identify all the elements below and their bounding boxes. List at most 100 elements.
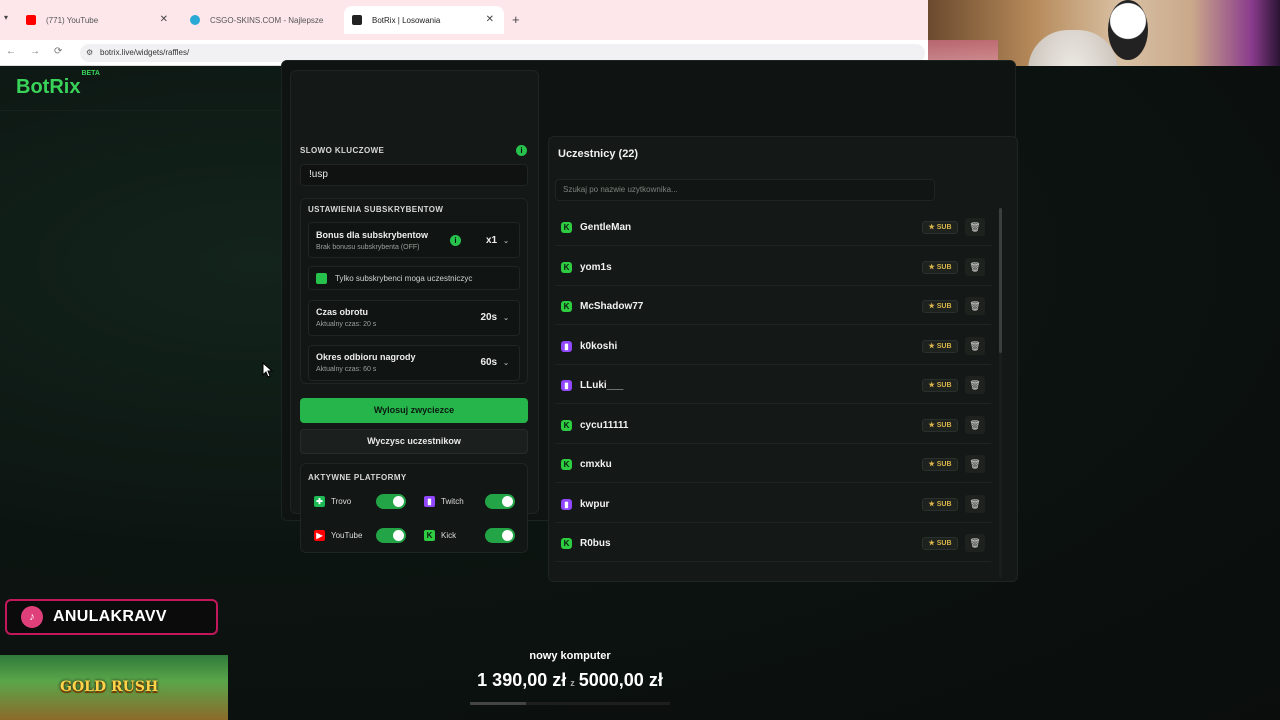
tiktok-handle-overlay: ♪ ANULAKRAVV (5, 599, 218, 635)
platform-label: Kick (441, 531, 457, 540)
tab-csgo-skins[interactable]: CSGO-SKINS.COM - Najlepsze (182, 6, 342, 34)
bonus-multiplier-select[interactable]: x1 ⌄ (486, 235, 509, 246)
delete-participant-icon[interactable]: 🗑 (965, 494, 985, 513)
sub-badge-label: SUB (936, 342, 952, 350)
participant-row: Kyom1s ★ SUB 🗑 (555, 248, 991, 286)
participant-name: kwpur (580, 498, 610, 510)
star-icon: ★ (928, 382, 937, 389)
participant-search-input[interactable]: Szukaj po nazwie uzytkownika... (555, 179, 935, 201)
close-icon[interactable]: ✕ (160, 14, 168, 25)
sub-badge: ★ SUB (922, 260, 958, 274)
platform-twitch: ▮ Twitch (424, 496, 464, 507)
platform-youtube: ▶ YouTube (314, 530, 362, 541)
sub-badge: ★ SUB (922, 339, 958, 353)
twitch-toggle[interactable] (485, 494, 515, 509)
participant-row: ▮ LLuki___ ★ SUB 🗑 (555, 366, 991, 404)
delete-participant-icon[interactable]: 🗑 (965, 218, 985, 236)
tab-title: BotRix | Losowania (372, 15, 441, 25)
delete-participant-icon[interactable]: 🗑 (965, 534, 985, 552)
kick-icon: K (424, 530, 435, 541)
back-arrow-icon[interactable]: ← (6, 46, 16, 57)
keyword-input[interactable]: !usp (300, 164, 528, 186)
only-subscribers-label: Tylko subskrybenci moga uczestniczyc (335, 274, 473, 283)
donation-goal-values: 1 390,00 zł z 5000,00 zł (420, 670, 720, 691)
star-icon: ★ (928, 540, 937, 547)
participant-row: K R0bus ★ SUB 🗑 (555, 524, 991, 562)
new-tab-plus-icon[interactable]: + (512, 12, 520, 27)
sub-badge-label: SUB (936, 461, 952, 468)
platform-kick: K Kick (424, 530, 456, 541)
star-icon: ★ (928, 421, 937, 429)
reload-icon[interactable]: ⟳ (54, 46, 62, 57)
star-icon: ★ (928, 224, 937, 231)
sub-badge-label: SUB (936, 263, 952, 271)
webcam-plush (1108, 0, 1148, 60)
kick-icon: K (561, 538, 572, 549)
participant-row: ▮ kwpur ★ SUB 🗑 (555, 485, 991, 523)
participant-name: R0bus (580, 538, 611, 549)
kick-toggle[interactable] (485, 528, 515, 543)
spin-time-select[interactable]: 20s ⌄ (480, 312, 509, 323)
star-icon: ★ (928, 500, 937, 508)
participants-scrollbar-thumb[interactable] (999, 208, 1002, 353)
participant-name: McShadow77 (580, 301, 644, 312)
platform-label: YouTube (331, 531, 363, 540)
delete-participant-icon[interactable]: 🗑 (965, 297, 985, 315)
draw-winner-button[interactable]: Wylosuj zwyciezce (300, 398, 528, 423)
kick-icon: K (561, 301, 572, 312)
claim-period-select[interactable]: 60s ⌄ (480, 357, 509, 368)
beta-badge: BETA (81, 70, 100, 78)
trovo-toggle[interactable] (376, 494, 406, 509)
tiktok-handle: ANULAKRAVV (53, 608, 167, 625)
twitch-icon: ▮ (561, 498, 572, 510)
tab-list-chevron-icon[interactable]: ▾ (4, 13, 8, 22)
subscriber-bonus-row: Bonus dla subskrybentow Brak bonusu subs… (308, 222, 520, 258)
spin-time-subtitle: Aktualny czas: 20 s (316, 321, 377, 328)
tab-botrix[interactable]: BotRix | Losowania ✕ (344, 6, 504, 34)
close-icon[interactable]: ✕ (486, 14, 494, 25)
donation-goal-bar (470, 702, 670, 705)
goal-target: 5000,00 zł (578, 670, 663, 690)
keyword-label: SLOWO KLUCZOWE (300, 146, 385, 155)
trovo-icon: ✚ (314, 496, 325, 507)
info-icon[interactable]: i (450, 235, 461, 246)
spin-time-title: Czas obrotu (316, 307, 369, 317)
delete-participant-icon[interactable]: 🗑 (965, 376, 985, 394)
only-subscribers-checkbox[interactable] (316, 273, 327, 284)
delete-participant-icon[interactable]: 🗑 (965, 336, 985, 355)
platform-trovo: ✚ Trovo (314, 496, 351, 507)
delete-participant-icon[interactable]: 🗑 (965, 455, 985, 473)
kick-icon: K (561, 261, 572, 273)
sub-badge-label: SUB (936, 303, 952, 310)
bonus-title: Bonus dla subskrybentow (316, 230, 429, 240)
only-subscribers-row[interactable]: Tylko subskrybenci moga uczestniczyc (308, 266, 520, 290)
kick-icon: K (561, 419, 572, 431)
delete-participant-icon[interactable]: 🗑 (965, 257, 985, 276)
participant-name: GentleMan (580, 222, 632, 233)
tab-title: CSGO-SKINS.COM - Najlepsze (210, 15, 324, 25)
botrix-logo[interactable]: BotRixBETA (16, 70, 100, 99)
participant-name: cmxku (580, 459, 612, 470)
sub-badge-label: SUB (936, 421, 952, 429)
info-icon[interactable]: i (516, 145, 527, 156)
chevron-down-icon: ⌄ (503, 360, 509, 367)
youtube-toggle[interactable] (376, 528, 406, 543)
participants-title: Uczestnicy (22) (558, 148, 639, 160)
participant-name: cycu11111 (580, 419, 629, 431)
platform-label: Trovo (331, 497, 352, 506)
claim-period-value: 60s (480, 357, 498, 368)
forward-arrow-icon[interactable]: → (30, 46, 40, 57)
site-info-icon[interactable]: ⚙ (86, 44, 93, 62)
subscriber-settings-label: USTAWIENIA SUBSKRYBENTOW (308, 205, 444, 214)
spin-time-value: 20s (480, 312, 498, 323)
participant-row: Kcmxku ★ SUB 🗑 (555, 445, 991, 483)
participant-name: LLuki___ (580, 380, 624, 391)
donation-goal-title: nowy komputer (529, 650, 611, 662)
botrix-favicon-icon (352, 15, 362, 25)
tab-youtube[interactable]: (771) YouTube ✕ (18, 6, 178, 34)
logo-text: BotRix (16, 76, 81, 98)
clear-participants-button[interactable]: Wyczysc uczestnikow (300, 429, 528, 454)
sub-badge-label: SUB (936, 500, 952, 508)
delete-participant-icon[interactable]: 🗑 (965, 415, 985, 434)
claim-period-subtitle: Aktualny czas: 60 s (316, 366, 377, 373)
